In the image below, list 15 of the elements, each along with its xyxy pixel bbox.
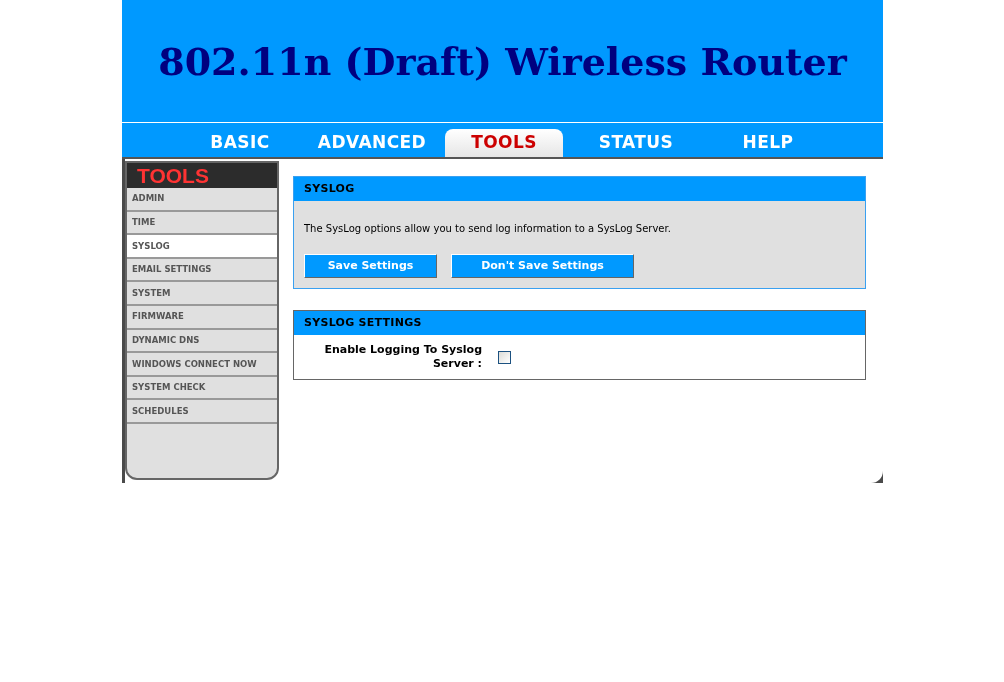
save-button[interactable]: Save Settings [304, 254, 437, 278]
nav-tab[interactable]: STATUS [577, 129, 695, 157]
panel-title: SYSLOG [304, 180, 355, 197]
nav-tab[interactable]: BASIC [181, 129, 299, 157]
nav-tab[interactable]: HELP [709, 129, 827, 157]
sidebar-title: TOOLS [137, 165, 209, 186]
nav-tab[interactable]: TOOLS [445, 129, 563, 157]
description-text: The SysLog options allow you to send log information to a SysLog Server. [304, 222, 672, 236]
field-label: Enable Logging To Syslog Server : [323, 343, 482, 371]
cancel-button[interactable]: Don't Save Settings [451, 254, 634, 278]
checkbox[interactable] [498, 350, 511, 364]
sidebar-item[interactable]: SYSLOG [127, 235, 277, 259]
nav-tab[interactable]: ADVANCED [313, 129, 431, 157]
panel-title: SYSLOG SETTINGS [304, 314, 422, 331]
router-title: 802.11n (Draft) Wireless Router [158, 37, 847, 86]
